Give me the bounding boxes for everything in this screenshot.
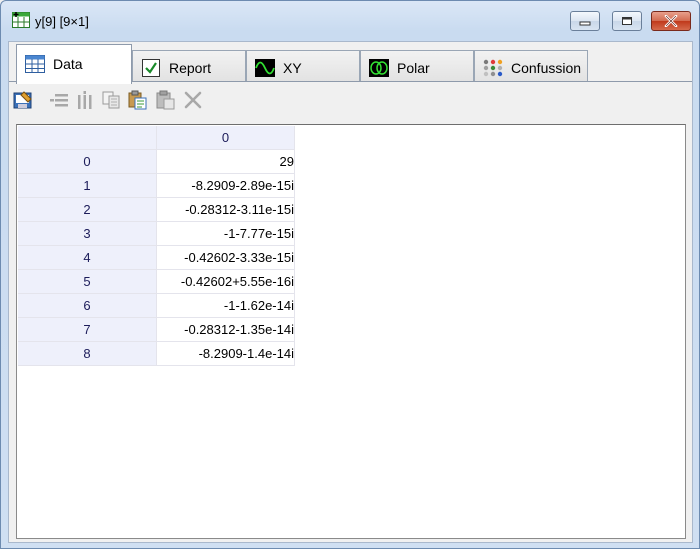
table-row: 5 -0.42602+5.55e-16i [18,269,295,294]
minimize-icon [579,21,591,26]
table-cell[interactable]: -0.28312-1.35e-14i [156,317,295,342]
table-cell[interactable]: 29 [156,149,295,174]
table-row: 0 29 [18,149,295,174]
table-row: 8 -8.2909-1.4e-14i [18,341,295,366]
tab-polar-label: Polar [397,60,430,76]
table-cell[interactable]: -8.2909-1.4e-14i [156,341,295,366]
edit-icon[interactable] [13,90,33,110]
row-header[interactable]: 1 [18,173,157,198]
tab-data[interactable]: Data [16,44,132,84]
table-row: 6 -1-1.62e-14i [18,293,295,318]
row-header[interactable]: 5 [18,269,157,294]
toolbar [9,82,692,116]
data-window: y[9] [9×1] Data Report XY Polar Confussi… [0,0,700,549]
table-cell[interactable]: -1-1.62e-14i [156,293,295,318]
row-header[interactable]: 0 [18,149,157,174]
data-grid: 0 0 29 1 -8.2909-2.89e-15i 2 -0.28312-3.11e… [16,124,686,539]
tab-report-label: Report [169,60,212,76]
table-cell[interactable]: -1-7.77e-15i [156,221,295,246]
tab-confussion[interactable]: Confussion [474,50,588,82]
insert-rows-icon[interactable] [49,90,69,110]
table-header-row: 0 [18,126,295,150]
table-row: 3 -1-7.77e-15i [18,221,295,246]
tab-confussion-label: Confussion [511,60,582,76]
column-header[interactable]: 0 [156,126,295,150]
tab-data-label: Data [53,56,83,72]
checkbox-icon [142,59,160,77]
table-row: 4 -0.42602-3.33e-15i [18,245,295,270]
tab-xy-label: XY [283,60,302,76]
sine-wave-icon [255,59,275,77]
polar-plot-icon [369,59,389,77]
table-row: 2 -0.28312-3.11e-15i [18,197,295,222]
close-button[interactable] [651,11,691,31]
window-title: y[9] [9×1] [35,14,89,29]
table-cell[interactable]: -0.42602-3.33e-15i [156,245,295,270]
maximize-button[interactable] [612,11,642,31]
row-header[interactable]: 7 [18,317,157,342]
delete-icon[interactable] [183,90,203,110]
data-table: 0 0 29 1 -8.2909-2.89e-15i 2 -0.28312-3.11e… [18,126,295,366]
paste-icon[interactable] [155,90,175,110]
table-cell[interactable]: -8.2909-2.89e-15i [156,173,295,198]
maximize-icon [622,17,632,25]
paste-special-icon[interactable] [127,90,147,110]
window-content: Data Report XY Polar Confussion 0 0 29 1… [8,41,693,543]
row-header[interactable]: 3 [18,221,157,246]
table-cell[interactable]: -0.42602+5.55e-16i [156,269,295,294]
tab-polar[interactable]: Polar [360,50,474,82]
table-row: 1 -8.2909-2.89e-15i [18,173,295,198]
row-header[interactable]: 6 [18,293,157,318]
tab-report[interactable]: Report [132,50,246,82]
row-header[interactable]: 4 [18,245,157,270]
row-header[interactable]: 2 [18,197,157,222]
minimize-button[interactable] [570,11,600,31]
table-cell[interactable]: -0.28312-3.11e-15i [156,197,295,222]
tab-xy[interactable]: XY [246,50,360,82]
matrix-app-icon [12,12,30,28]
confusion-matrix-icon [483,59,503,77]
row-header[interactable]: 8 [18,341,157,366]
title-bar[interactable]: y[9] [9×1] [1,1,699,41]
table-icon [25,55,45,73]
view-tabs: Data Report XY Polar Confussion [16,44,686,84]
grid-corner[interactable] [18,126,157,150]
table-row: 7 -0.28312-1.35e-14i [18,317,295,342]
insert-columns-icon[interactable] [75,90,95,110]
copy-icon[interactable] [101,90,121,110]
close-icon [664,15,678,27]
